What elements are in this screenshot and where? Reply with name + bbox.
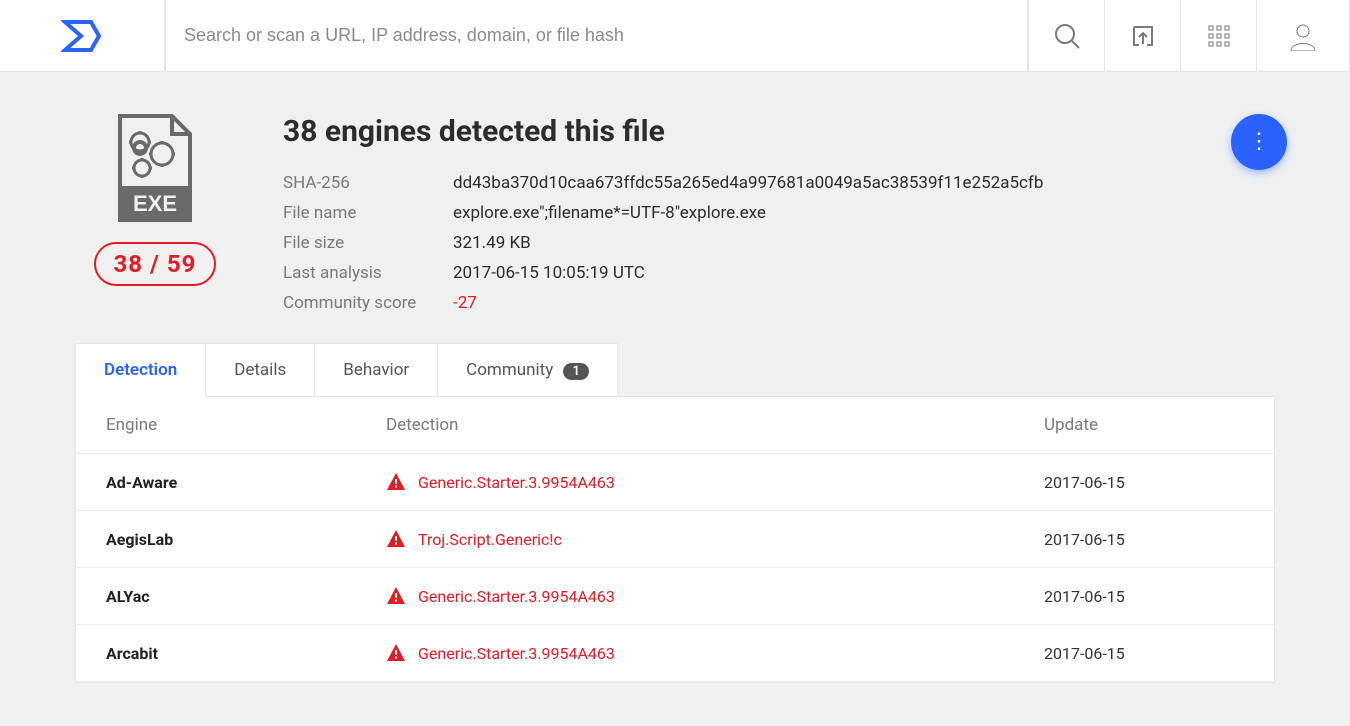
- col-detection: Detection: [386, 415, 1044, 435]
- search-button[interactable]: [1028, 0, 1104, 71]
- label-sha256: SHA-256: [283, 173, 453, 193]
- svg-text:EXE: EXE: [133, 191, 177, 216]
- table-row: Arcabit Generic.Starter.3.9954A463 2017-06…: [76, 625, 1274, 682]
- detection-name: Generic.Starter.3.9954A463: [418, 644, 615, 663]
- table-header: Engine Detection Update: [76, 397, 1274, 454]
- label-community: Community score: [283, 293, 453, 313]
- tab-detection[interactable]: Detection: [75, 343, 206, 397]
- file-exe-icon: EXE: [110, 114, 200, 228]
- value-community: -27: [453, 293, 1275, 313]
- detection-cell: Generic.Starter.3.9954A463: [386, 643, 1044, 663]
- update-date: 2017-06-15: [1044, 644, 1244, 663]
- tab-community-label: Community: [466, 360, 553, 380]
- value-filesize: 321.49 KB: [453, 233, 1275, 253]
- community-count-badge: 1: [563, 363, 588, 380]
- col-engine: Engine: [106, 415, 386, 435]
- detection-name: Generic.Starter.3.9954A463: [418, 473, 615, 492]
- engine-name: Arcabit: [106, 644, 386, 663]
- update-date: 2017-06-15: [1044, 530, 1244, 549]
- file-meta: SHA-256 dd43ba370d10caa673ffdc55a265ed4a…: [283, 173, 1275, 313]
- warning-icon: [386, 472, 406, 492]
- label-lastanalysis: Last analysis: [283, 263, 453, 283]
- search-box: [165, 0, 1028, 71]
- tab-details[interactable]: Details: [205, 343, 315, 397]
- update-date: 2017-06-15: [1044, 473, 1244, 492]
- detection-panel: Engine Detection Update Ad-Aware Generic.…: [75, 396, 1275, 683]
- detection-cell: Generic.Starter.3.9954A463: [386, 586, 1044, 606]
- engine-name: Ad-Aware: [106, 473, 386, 492]
- detection-name: Troj.Script.Generic!c: [418, 530, 562, 549]
- score-column: EXE: [75, 114, 235, 313]
- topbar: [0, 0, 1350, 72]
- user-button[interactable]: [1256, 0, 1350, 71]
- value-sha256: dd43ba370d10caa673ffdc55a265ed4a997681a0…: [453, 173, 1275, 193]
- warning-icon: [386, 643, 406, 663]
- value-lastanalysis: 2017-06-15 10:05:19 UTC: [453, 263, 1275, 283]
- more-vert-icon: ⋮: [1248, 140, 1270, 144]
- table-row: Ad-Aware Generic.Starter.3.9954A463 2017-0…: [76, 454, 1274, 511]
- col-update: Update: [1044, 415, 1244, 435]
- label-filesize: File size: [283, 233, 453, 253]
- detection-cell: Troj.Script.Generic!c: [386, 529, 1044, 549]
- engine-name: ALYac: [106, 587, 386, 606]
- label-filename: File name: [283, 203, 453, 223]
- table-row: AegisLab Troj.Script.Generic!c 2017-06-15: [76, 511, 1274, 568]
- warning-icon: [386, 529, 406, 549]
- logo[interactable]: [0, 0, 165, 71]
- detection-cell: Generic.Starter.3.9954A463: [386, 472, 1044, 492]
- more-actions-button[interactable]: ⋮: [1231, 114, 1287, 170]
- upload-button[interactable]: [1104, 0, 1180, 71]
- tab-community[interactable]: Community 1: [437, 343, 618, 397]
- tab-behavior[interactable]: Behavior: [314, 343, 438, 397]
- page-title: 38 engines detected this file: [283, 114, 1275, 149]
- warning-icon: [386, 586, 406, 606]
- detection-name: Generic.Starter.3.9954A463: [418, 587, 615, 606]
- table-row: ALYac Generic.Starter.3.9954A463 2017-06-1…: [76, 568, 1274, 625]
- tabs: Detection Details Behavior Community 1: [75, 343, 1275, 397]
- search-input[interactable]: [184, 25, 1009, 46]
- detection-score: 38 / 59: [94, 242, 217, 286]
- engine-name: AegisLab: [106, 530, 386, 549]
- update-date: 2017-06-15: [1044, 587, 1244, 606]
- apps-button[interactable]: [1180, 0, 1256, 71]
- value-filename: explore.exe";filename*=UTF-8"explore.exe: [453, 203, 1275, 223]
